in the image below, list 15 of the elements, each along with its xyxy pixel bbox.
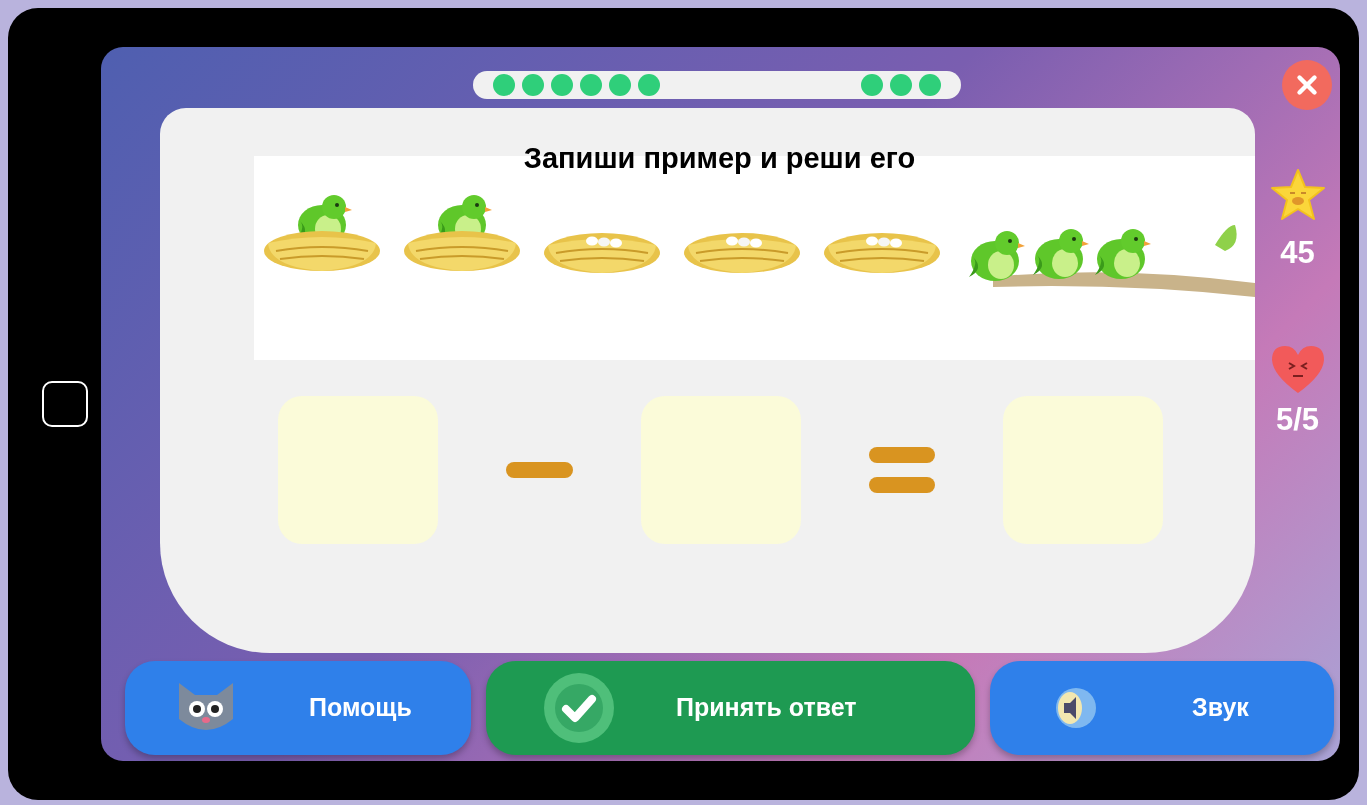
star-count: 45 xyxy=(1280,234,1315,272)
checkmark-icon xyxy=(544,673,614,743)
lives-count: 5/5 xyxy=(1275,400,1320,439)
close-button[interactable] xyxy=(1282,59,1332,110)
accept-button[interactable]: Принять ответ xyxy=(486,661,975,755)
answer-box[interactable] xyxy=(641,396,801,544)
answer-box[interactable] xyxy=(1003,396,1163,544)
minus-sign xyxy=(506,462,573,478)
equals-sign xyxy=(869,447,935,493)
task-title: Запиши пример и реши его xyxy=(522,144,917,173)
smiling-star-icon xyxy=(1269,168,1326,222)
sound-button[interactable]: Звук xyxy=(990,661,1334,755)
help-button[interactable]: Помощь xyxy=(125,661,471,755)
home-button[interactable] xyxy=(42,381,88,427)
answer-box[interactable] xyxy=(278,396,438,544)
